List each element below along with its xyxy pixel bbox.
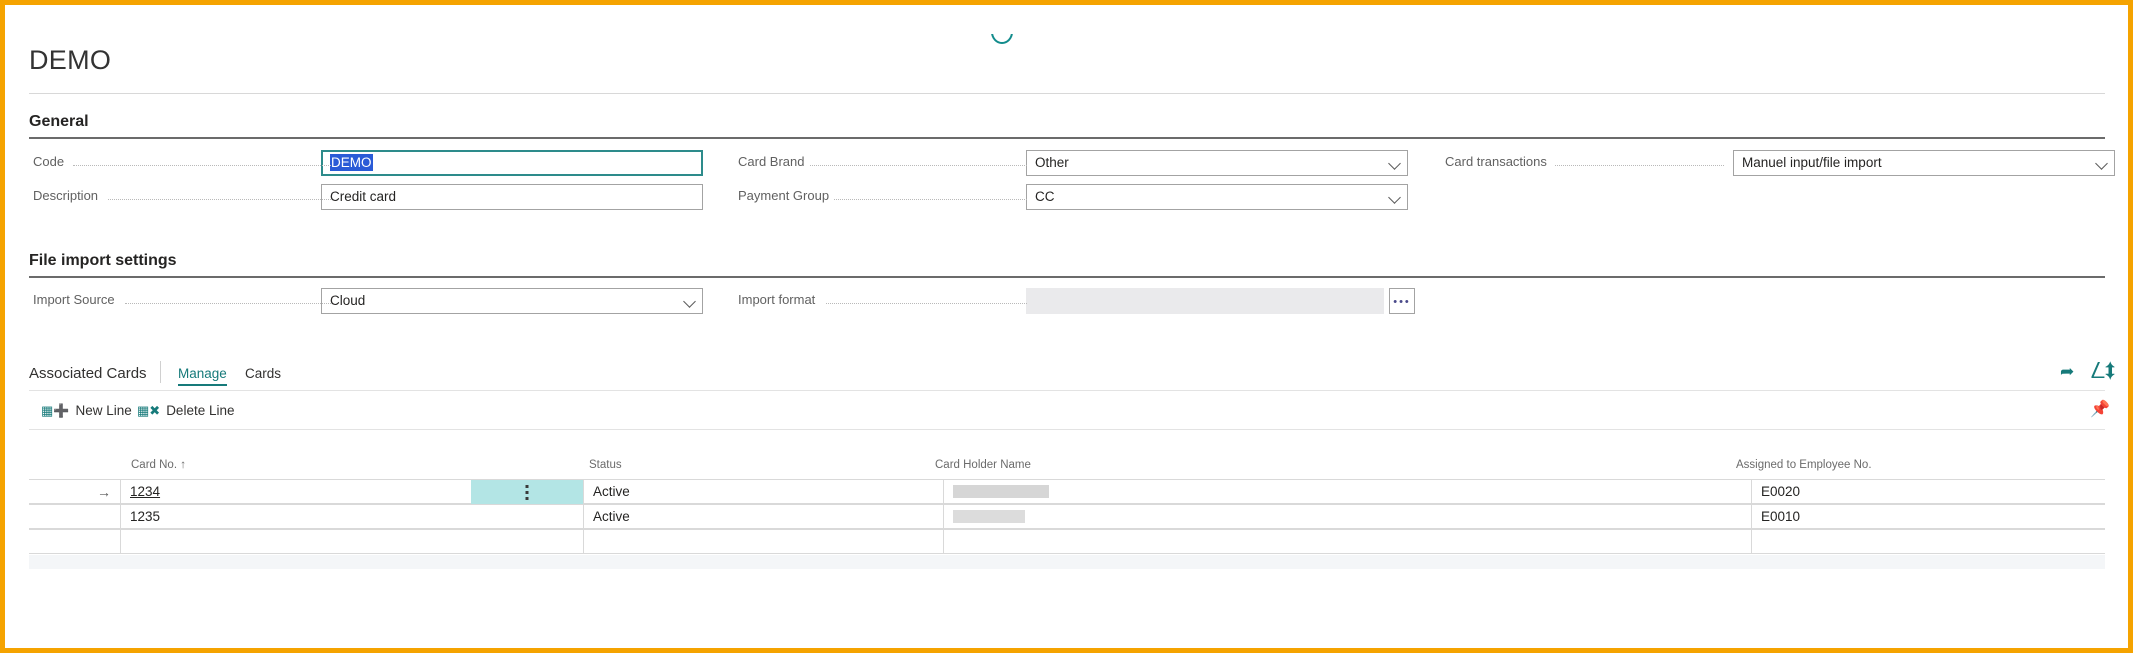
new-line-button[interactable]: ▦➕ New Line bbox=[41, 403, 132, 419]
dot-leader bbox=[826, 303, 1027, 304]
cell-assigned-to-employee-no[interactable] bbox=[1752, 530, 2105, 554]
dot-leader bbox=[73, 165, 331, 166]
import-format-input[interactable] bbox=[1026, 288, 1384, 314]
open-in-excel-icon[interactable]: ➦ bbox=[2060, 363, 2074, 380]
field-card-brand: Card Brand Other bbox=[738, 150, 1408, 176]
card-brand-value: Other bbox=[1035, 155, 1069, 170]
field-code: Code DEMO bbox=[33, 150, 703, 176]
field-payment-group: Payment Group CC bbox=[738, 184, 1408, 210]
payment-group-value: CC bbox=[1035, 189, 1055, 204]
page-title: DEMO bbox=[29, 45, 112, 75]
dot-leader bbox=[834, 199, 1027, 200]
chevron-down-icon bbox=[1388, 157, 1401, 170]
cell-status[interactable]: Active bbox=[584, 480, 944, 504]
part-divider-top bbox=[29, 390, 2105, 391]
page-canvas: DEMO General Code DEMO Description Credi… bbox=[5, 5, 2128, 648]
unpin-icon[interactable]: 📌 bbox=[2090, 402, 2110, 418]
cell-status[interactable]: Active bbox=[584, 505, 944, 529]
chevron-down-icon bbox=[2095, 157, 2108, 170]
field-label-code: Code bbox=[33, 154, 70, 169]
import-format-assist-edit-button[interactable]: ••• bbox=[1389, 288, 1415, 314]
new-line-label: New Line bbox=[75, 403, 132, 418]
card-brand-dropdown[interactable]: Other bbox=[1026, 150, 1408, 176]
cell-assigned-to-employee-no[interactable]: E0020 bbox=[1752, 480, 2105, 504]
delete-line-label: Delete Line bbox=[166, 403, 235, 418]
part-divider-bottom bbox=[29, 429, 2105, 430]
field-card-transactions: Card transactions Manuel input/file impo… bbox=[1445, 150, 2115, 176]
part-menu-cards[interactable]: Cards bbox=[245, 366, 281, 384]
row-indicator bbox=[29, 505, 121, 529]
field-import-source: Import Source Cloud bbox=[33, 288, 703, 314]
cell-card-holder-name[interactable] bbox=[944, 530, 1752, 554]
ellipsis-icon: ••• bbox=[1393, 296, 1411, 308]
part-title-separator bbox=[160, 361, 161, 383]
column-header-card-holder-name[interactable]: Card Holder Name bbox=[935, 459, 1031, 471]
table-row[interactable] bbox=[29, 529, 2105, 554]
section-heading-general: General bbox=[29, 113, 89, 130]
row-actions-cell[interactable] bbox=[471, 480, 584, 504]
field-label-payment-group: Payment Group bbox=[738, 188, 835, 203]
import-source-value: Cloud bbox=[330, 293, 366, 308]
code-input-value: DEMO bbox=[330, 154, 373, 171]
redacted-value bbox=[953, 484, 1049, 498]
section-heading-file-import-settings: File import settings bbox=[29, 252, 177, 269]
grid-footer bbox=[29, 555, 2105, 569]
cell-status[interactable] bbox=[584, 530, 944, 554]
dot-leader bbox=[125, 303, 331, 304]
table-row[interactable]: → 1234 Active E0020 bbox=[29, 479, 2105, 504]
field-label-import-source: Import Source bbox=[33, 292, 120, 307]
row-indicator bbox=[29, 530, 121, 554]
redacted-value bbox=[953, 509, 1025, 523]
payment-group-dropdown[interactable]: CC bbox=[1026, 184, 1408, 210]
card-transactions-dropdown[interactable]: Manuel input/file import bbox=[1733, 150, 2115, 176]
cell-card-holder-name[interactable] bbox=[944, 505, 1752, 529]
delete-line-icon: ▦✖ bbox=[137, 403, 161, 418]
column-header-card-no[interactable]: Card No. ↑ bbox=[131, 459, 186, 471]
cell-card-holder-name[interactable] bbox=[944, 480, 1752, 504]
row-indicator: → bbox=[29, 480, 121, 504]
delete-line-button[interactable]: ▦✖ Delete Line bbox=[137, 403, 235, 419]
new-line-icon: ▦➕ bbox=[41, 403, 70, 418]
card-transactions-value: Manuel input/file import bbox=[1742, 155, 1882, 170]
field-label-description: Description bbox=[33, 188, 104, 203]
import-source-dropdown[interactable]: Cloud bbox=[321, 288, 703, 314]
column-header-assigned-to-employee-no[interactable]: Assigned to Employee No. bbox=[1736, 459, 1872, 471]
description-input[interactable]: Credit card bbox=[321, 184, 703, 210]
title-divider bbox=[29, 93, 2105, 94]
table-row[interactable]: 1235 Active E0010 bbox=[29, 504, 2105, 529]
cell-card-no[interactable]: 1235 bbox=[121, 505, 584, 529]
part-title-associated-cards: Associated Cards bbox=[29, 365, 147, 382]
column-header-status[interactable]: Status bbox=[589, 459, 622, 471]
cell-card-no-value: 1234 bbox=[130, 484, 161, 499]
cell-card-no[interactable] bbox=[121, 530, 584, 554]
dot-leader bbox=[1555, 165, 1724, 166]
part-menu-manage[interactable]: Manage bbox=[178, 366, 227, 386]
section-divider-file-import-settings bbox=[29, 276, 2105, 278]
field-label-card-transactions: Card transactions bbox=[1445, 154, 1552, 169]
dot-leader bbox=[108, 199, 331, 200]
field-import-format: Import format ••• bbox=[738, 288, 1415, 314]
field-label-import-format: Import format bbox=[738, 292, 821, 307]
application-window: DEMO General Code DEMO Description Credi… bbox=[0, 0, 2133, 653]
field-label-card-brand: Card Brand bbox=[738, 154, 810, 169]
cell-card-no[interactable]: 1234 bbox=[121, 480, 494, 504]
chevron-down-icon bbox=[683, 295, 696, 308]
description-input-value: Credit card bbox=[330, 189, 397, 204]
dot-leader bbox=[810, 165, 1027, 166]
more-options-icon[interactable] bbox=[525, 485, 529, 503]
cell-assigned-to-employee-no[interactable]: E0010 bbox=[1752, 505, 2105, 529]
field-description: Description Credit card bbox=[33, 184, 703, 210]
code-input[interactable]: DEMO bbox=[321, 150, 703, 176]
chevron-down-icon bbox=[1388, 191, 1401, 204]
truncated-top-icon bbox=[991, 34, 1013, 44]
section-divider-general bbox=[29, 137, 2105, 139]
open-in-full-page-icon[interactable]: ⎳⬍ bbox=[2091, 363, 2115, 379]
